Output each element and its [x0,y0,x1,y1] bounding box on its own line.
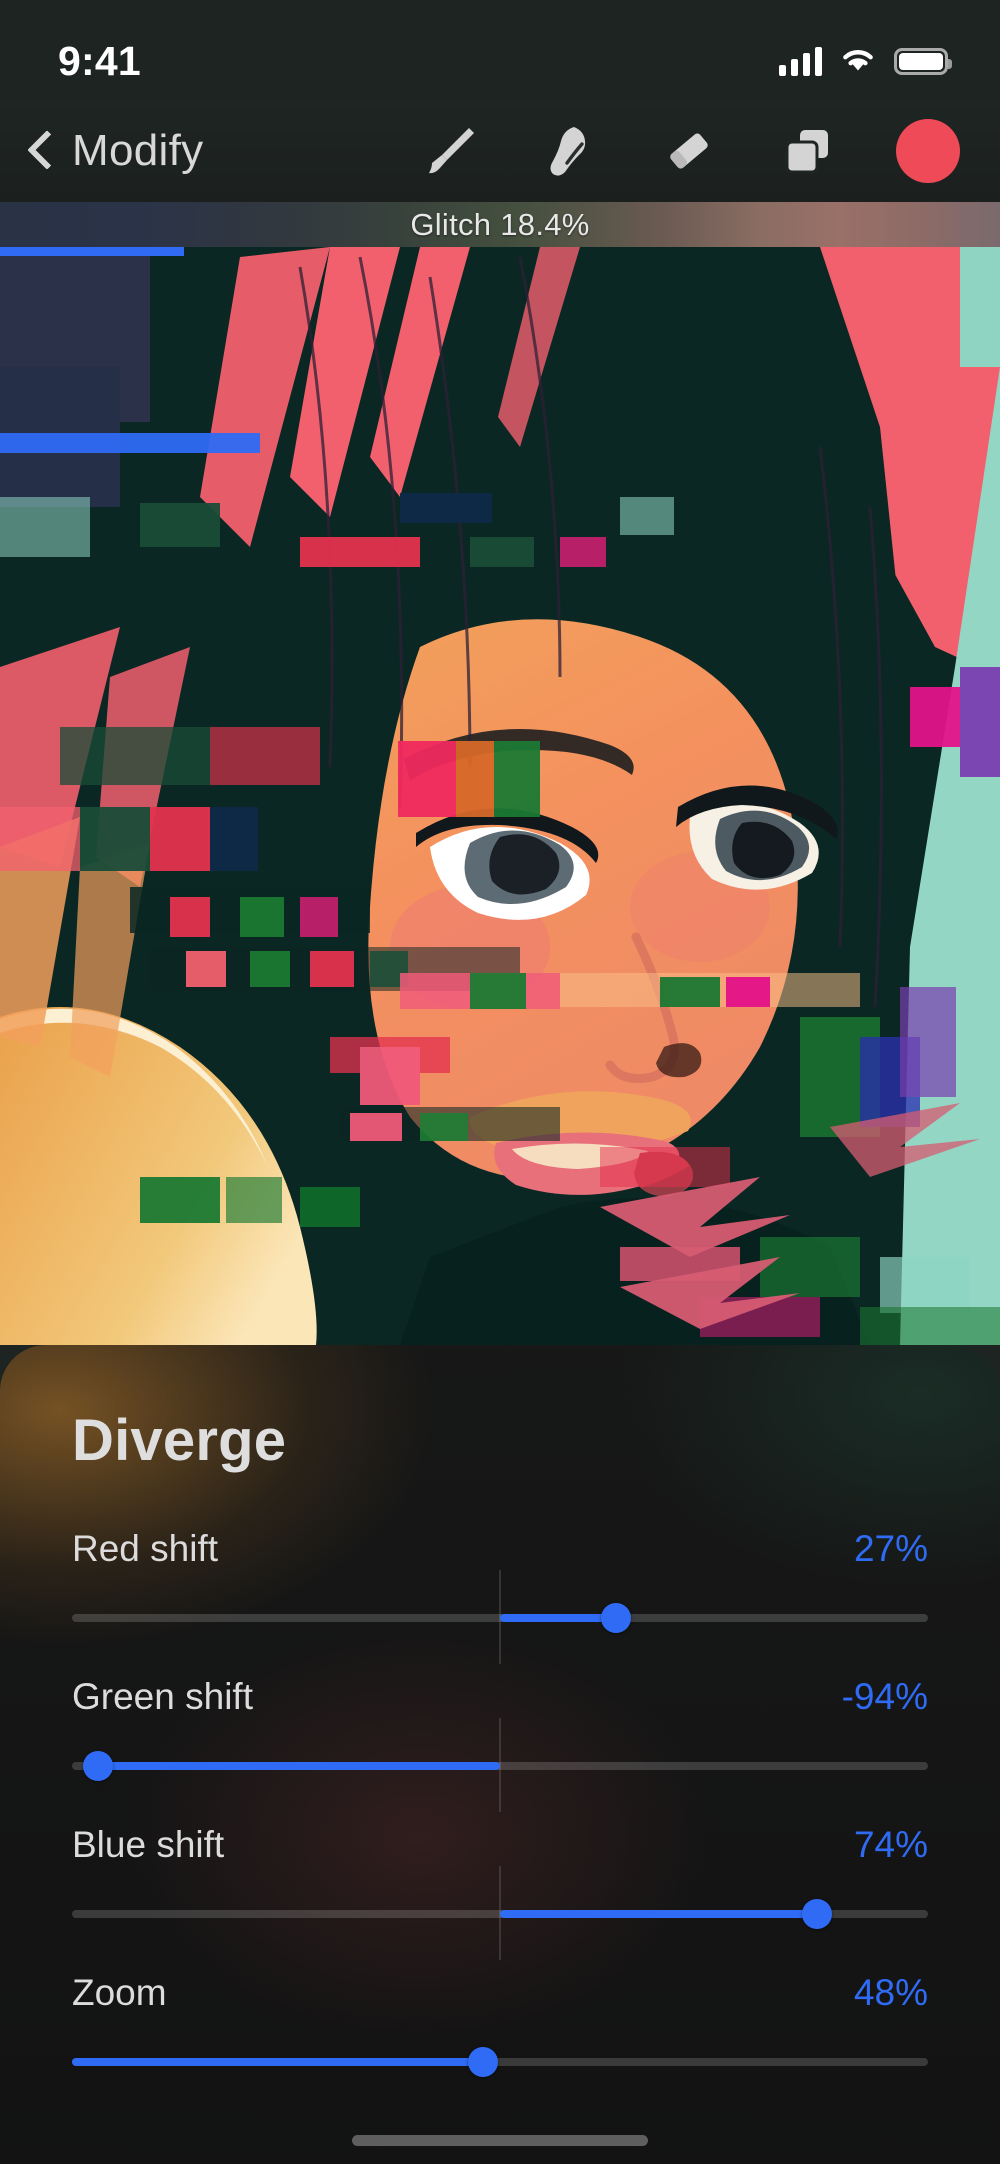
color-swatch-button[interactable] [896,119,960,183]
slider-fill [500,1614,616,1622]
chevron-left-icon[interactable] [24,128,58,174]
slider-fill [500,1910,817,1918]
slider-row: Green shift -94% [72,1676,928,1812]
cellular-signal-icon [779,46,822,76]
effect-progress-bar [0,247,184,256]
slider-row: Blue shift 74% [72,1824,928,1960]
slider-header: Blue shift 74% [72,1824,928,1866]
artwork-canvas[interactable] [0,247,1000,1345]
slider-label: Red shift [72,1528,219,1569]
slider-control[interactable] [72,1570,928,1664]
brush-tool-button[interactable] [420,120,482,182]
glitch-artwork [0,247,1000,1345]
status-bar: 9:41 [0,0,1000,100]
slider-label: Zoom [72,1972,167,2013]
slider-value: -94% [841,1676,928,1717]
battery-icon [894,47,952,75]
smudge-icon [541,122,599,180]
eraser-icon [660,122,718,180]
slider-row: Zoom 48% [72,1972,928,2084]
slider-fill [97,1762,500,1770]
status-time: 9:41 [58,37,141,84]
slider-value: 74% [853,1824,928,1865]
settings-panel: Diverge Red shift 27% Green shift -94% Blue … [0,1345,1000,2164]
slider-control[interactable] [72,1718,928,1812]
slider-value: 27% [853,1528,928,1569]
tool-buttons [420,119,968,183]
home-indicator[interactable] [352,2135,648,2146]
slider-header: Zoom 48% [72,1972,928,2014]
slider-label: Green shift [72,1676,253,1717]
slider-value: 48% [853,1972,928,2013]
slider-control[interactable] [72,2040,928,2084]
status-icons [779,45,952,78]
layers-tool-button[interactable] [777,120,839,182]
wifi-icon [839,45,877,78]
back-button[interactable]: Modify [24,126,203,176]
navigation-bar: Modify [0,100,1000,202]
effect-label: Glitch 18.4% [410,206,590,242]
slider-thumb[interactable] [801,1899,832,1929]
slider-list: Red shift 27% Green shift -94% Blue shift 74%… [72,1528,928,2084]
paintbrush-icon [422,122,480,180]
page-title: Modify [72,126,204,175]
slider-thumb[interactable] [600,1603,631,1633]
slider-fill [72,2058,483,2066]
smudge-tool-button[interactable] [539,120,601,182]
slider-label: Blue shift [72,1824,225,1865]
slider-control[interactable] [72,1866,928,1960]
slider-header: Green shift -94% [72,1676,928,1718]
effect-header-bar[interactable]: Glitch 18.4% [0,202,1000,247]
panel-title: Diverge [72,1408,287,1473]
slider-thumb[interactable] [82,1751,113,1781]
layers-icon [779,122,837,180]
eraser-tool-button[interactable] [658,120,720,182]
app-screen: 9:41 Modify Glitch 18.4% Diverge Red shi… [0,0,1000,2164]
slider-thumb[interactable] [467,2047,498,2077]
slider-header: Red shift 27% [72,1528,928,1570]
slider-row: Red shift 27% [72,1528,928,1664]
